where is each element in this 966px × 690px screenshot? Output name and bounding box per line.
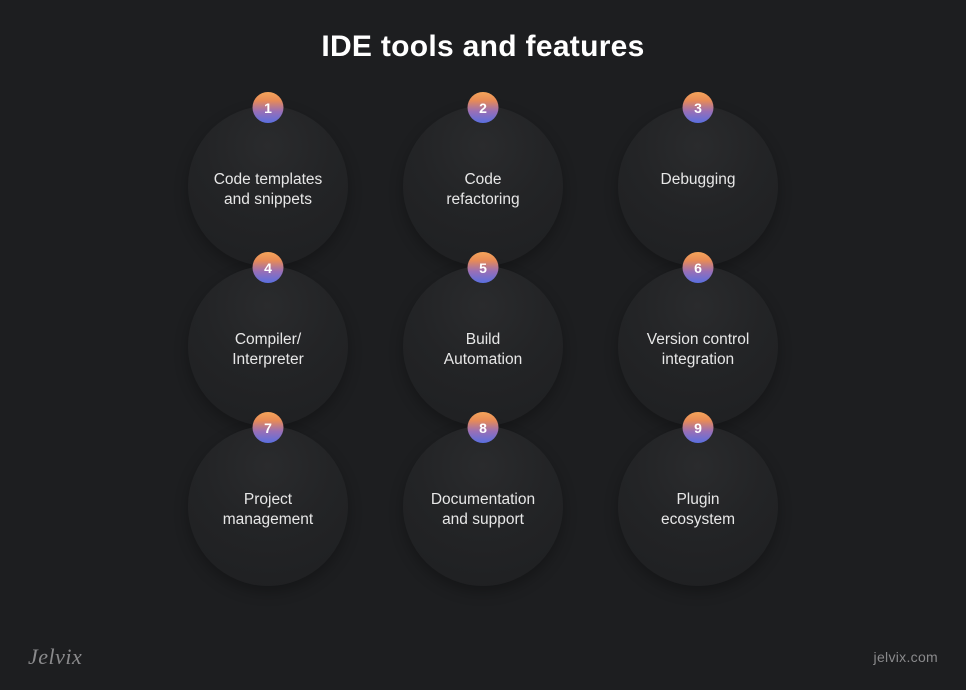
feature-label: Code refactoring xyxy=(403,170,563,210)
feature-label: Project management xyxy=(188,490,348,530)
feature-label: Version control integration xyxy=(618,330,778,370)
feature-number-badge: 4 xyxy=(253,252,284,283)
feature-item-8: 8 Documentation and support xyxy=(403,412,563,572)
feature-label: Compiler/ Interpreter xyxy=(188,330,348,370)
feature-item-4: 4 Compiler/ Interpreter xyxy=(188,252,348,412)
feature-number-badge: 3 xyxy=(683,92,714,123)
feature-number-badge: 9 xyxy=(683,412,714,443)
feature-item-5: 5 Build Automation xyxy=(403,252,563,412)
features-grid: 1 Code templates and snippets 2 Code ref… xyxy=(0,92,966,572)
feature-number-badge: 5 xyxy=(468,252,499,283)
feature-item-7: 7 Project management xyxy=(188,412,348,572)
feature-number-badge: 6 xyxy=(683,252,714,283)
feature-item-6: 6 Version control integration xyxy=(618,252,778,412)
brand-logo: Jelvix xyxy=(28,644,82,670)
feature-label: Debugging xyxy=(618,170,778,190)
feature-number-badge: 2 xyxy=(468,92,499,123)
feature-label: Build Automation xyxy=(403,330,563,370)
feature-label: Code templates and snippets xyxy=(188,170,348,210)
feature-item-2: 2 Code refactoring xyxy=(403,92,563,252)
feature-item-9: 9 Plugin ecosystem xyxy=(618,412,778,572)
feature-item-3: 3 Debugging xyxy=(618,92,778,252)
page-title: IDE tools and features xyxy=(0,0,966,64)
feature-item-1: 1 Code templates and snippets xyxy=(188,92,348,252)
footer: Jelvix jelvix.com xyxy=(0,644,966,670)
feature-number-badge: 8 xyxy=(468,412,499,443)
feature-number-badge: 7 xyxy=(253,412,284,443)
feature-number-badge: 1 xyxy=(253,92,284,123)
site-url: jelvix.com xyxy=(874,649,938,665)
feature-label: Documentation and support xyxy=(403,490,563,530)
feature-label: Plugin ecosystem xyxy=(618,490,778,530)
